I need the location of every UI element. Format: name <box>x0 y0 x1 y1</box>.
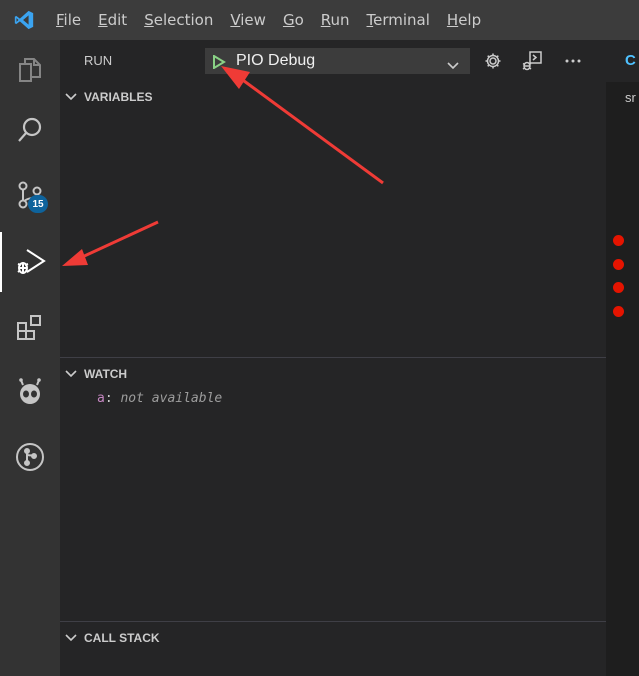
breakpoint-icon[interactable] <box>613 235 624 246</box>
source-control-icon[interactable]: 15 <box>0 165 60 225</box>
breakpoint-icon[interactable] <box>613 306 624 317</box>
variables-label: VARIABLES <box>84 90 153 104</box>
run-view: RUN PIO Debug VARIABLES WATCH a: not ava… <box>60 40 606 676</box>
call-stack-label: CALL STACK <box>84 631 160 645</box>
watch-expression[interactable]: a: not available <box>97 391 222 406</box>
chevron-down-icon <box>447 56 459 75</box>
activity-bar: 15 <box>0 40 60 676</box>
platformio-icon[interactable] <box>0 362 60 422</box>
watch-expression-name: a <box>97 391 105 406</box>
section-divider[interactable] <box>60 357 606 358</box>
extensions-icon[interactable] <box>0 298 60 358</box>
menu-mnemonic: V <box>230 11 241 29</box>
git-graph-icon[interactable] <box>0 427 60 487</box>
debug-config-select[interactable]: PIO Debug <box>205 48 470 74</box>
run-debug-icon[interactable] <box>0 232 60 292</box>
menu-mnemonic: F <box>56 11 64 29</box>
menu-label: election <box>153 11 214 29</box>
chevron-down-icon <box>65 632 77 646</box>
menu-terminal[interactable]: Terminal <box>359 0 439 40</box>
menu-go[interactable]: Go <box>275 0 313 40</box>
menu-mnemonic: R <box>320 11 331 29</box>
menu-mnemonic: G <box>282 11 295 29</box>
variables-section-header[interactable]: VARIABLES <box>60 86 606 108</box>
section-divider[interactable] <box>60 621 606 622</box>
menu-mnemonic: H <box>446 11 459 29</box>
breakpoint-icon[interactable] <box>613 259 624 270</box>
menu-file[interactable]: File <box>48 0 90 40</box>
watch-section-header[interactable]: WATCH <box>60 363 606 385</box>
menu-label: ile <box>63 11 82 29</box>
run-title: RUN <box>84 53 113 68</box>
menu-help[interactable]: Help <box>439 0 490 40</box>
breadcrumb[interactable]: sr <box>625 90 636 105</box>
menu-label: dit <box>107 11 128 29</box>
debug-console-icon[interactable] <box>521 50 543 72</box>
title-bar: File Edit Selection View Go Run Terminal… <box>0 0 639 40</box>
watch-label: WATCH <box>84 367 128 381</box>
start-debugging-icon[interactable] <box>212 54 226 73</box>
menu-label: erminal <box>373 11 430 29</box>
editor-tab[interactable]: C <box>625 52 636 69</box>
gear-icon[interactable] <box>482 50 504 72</box>
menu-label: un <box>330 11 350 29</box>
menu-label: o <box>294 11 304 29</box>
breakpoint-icon[interactable] <box>613 282 624 293</box>
chevron-down-icon <box>65 368 77 382</box>
menu-mnemonic: E <box>98 11 108 29</box>
debug-config-label: PIO Debug <box>236 52 316 69</box>
menu-label: elp <box>458 11 482 29</box>
editor-tab-strip: C <box>606 40 639 82</box>
watch-expression-value: not available <box>120 391 223 406</box>
source-control-badge: 15 <box>28 195 48 213</box>
editor-area: C sr <box>606 40 639 676</box>
chevron-down-icon <box>65 91 77 105</box>
more-icon[interactable] <box>562 50 584 72</box>
explorer-icon[interactable] <box>0 40 60 100</box>
menu-label: iew <box>240 11 266 29</box>
run-header: RUN PIO Debug <box>60 40 606 82</box>
vscode-logo-icon <box>0 0 48 40</box>
watch-separator: : <box>104 391 113 406</box>
call-stack-section-header[interactable]: CALL STACK <box>60 627 606 649</box>
menu-view[interactable]: View <box>222 0 275 40</box>
menu-mnemonic: S <box>144 11 154 29</box>
menu-selection[interactable]: Selection <box>136 0 222 40</box>
menu-run[interactable]: Run <box>313 0 359 40</box>
menu-edit[interactable]: Edit <box>90 0 136 40</box>
search-icon[interactable] <box>0 100 60 160</box>
